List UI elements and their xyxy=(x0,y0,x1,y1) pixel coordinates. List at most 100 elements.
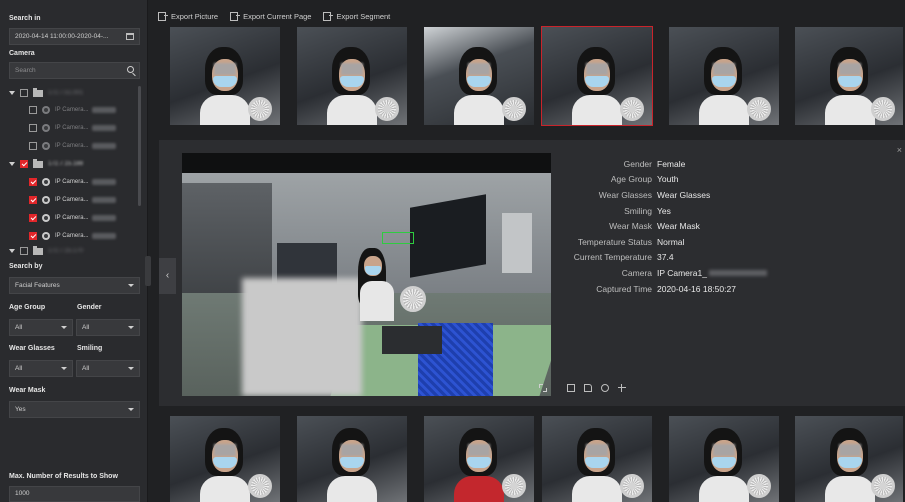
export-picture-button[interactable]: Export Picture xyxy=(158,11,219,21)
attribute-key: Current Temperature xyxy=(573,252,652,263)
result-thumbnail[interactable] xyxy=(795,416,903,502)
checkbox[interactable] xyxy=(29,142,37,150)
tree-group-2[interactable]: 172.7.15.188 xyxy=(9,155,83,173)
group-label: 172.7.15.170 xyxy=(48,248,84,254)
fan-image xyxy=(502,97,526,121)
gender-select[interactable]: All xyxy=(76,319,140,336)
chevron-down-icon[interactable] xyxy=(9,249,15,253)
checkbox[interactable] xyxy=(29,124,37,132)
search-by-select[interactable]: Facial Features xyxy=(9,277,140,294)
camera-label: Camera xyxy=(9,50,35,57)
result-thumbnail[interactable] xyxy=(297,416,407,502)
tree-group-3[interactable]: 172.7.15.170 xyxy=(9,242,83,256)
plus-icon[interactable] xyxy=(618,384,626,392)
attribute-key: Camera xyxy=(621,267,652,278)
group-label: 172.7.51.001 xyxy=(48,90,84,96)
result-thumbnail[interactable] xyxy=(170,27,280,125)
camera-icon xyxy=(42,214,50,222)
gender-label: Gender xyxy=(77,304,102,311)
result-thumbnail[interactable] xyxy=(170,416,280,502)
checkbox-checked[interactable] xyxy=(29,178,37,186)
tree-camera-item[interactable]: IP Camera... xyxy=(29,119,116,137)
camera-search-input[interactable]: Search xyxy=(9,62,140,79)
result-thumbnail[interactable] xyxy=(424,27,534,125)
export-icon xyxy=(230,11,241,21)
export-icon xyxy=(323,11,334,21)
attribute-key: Age Group xyxy=(610,174,652,185)
folder-icon xyxy=(33,245,43,255)
tree-camera-item[interactable]: IP Camera... xyxy=(29,137,116,155)
attribute-key: Gender xyxy=(623,158,652,169)
checkbox[interactable] xyxy=(20,247,28,255)
age-group-select[interactable]: All xyxy=(9,319,73,336)
search-icon[interactable] xyxy=(127,66,134,73)
result-thumbnail[interactable] xyxy=(669,416,779,502)
wear-glasses-select[interactable]: All xyxy=(9,360,73,377)
camera-icon xyxy=(42,106,50,114)
result-thumbnail[interactable] xyxy=(669,27,779,125)
result-thumbnail[interactable] xyxy=(424,416,534,502)
panel-collapse-handle[interactable] xyxy=(145,256,151,286)
attribute-row: Wear Glasses Wear Glasses xyxy=(562,187,902,203)
tree-camera-item[interactable]: IP Camera... xyxy=(29,173,116,191)
camera-icon xyxy=(42,232,50,240)
attribute-row: Captured Time 2020-04-16 18:50:27 xyxy=(562,281,902,297)
time-range-field[interactable]: 2020-04-14 11:00:00-2020-04-... xyxy=(9,28,140,45)
max-results-label: Max. Number of Results to Show xyxy=(9,473,118,480)
result-thumbnail[interactable] xyxy=(795,27,903,125)
chevron-down-icon[interactable] xyxy=(9,91,15,95)
attribute-value: Wear Glasses xyxy=(657,189,711,200)
tree-group-1[interactable]: 172.7.51.001 xyxy=(9,84,83,102)
tree-camera-item[interactable]: IP Camera... xyxy=(29,209,116,227)
chevron-down-icon[interactable] xyxy=(9,162,15,166)
attribute-value: Yes xyxy=(657,205,671,216)
camera-item-label: IP Camera... xyxy=(55,143,89,149)
tree-camera-item[interactable]: IP Camera... xyxy=(29,101,116,119)
attribute-key: Smiling xyxy=(624,205,652,216)
fan-image xyxy=(502,474,526,498)
group-label: 172.7.15.188 xyxy=(48,161,84,167)
camera-icon xyxy=(42,142,50,150)
tree-camera-item[interactable]: IP Camera... xyxy=(29,191,116,209)
calendar-icon[interactable] xyxy=(126,33,134,40)
chevron-down-icon xyxy=(61,367,67,370)
camera-icon xyxy=(42,196,50,204)
camera-icon xyxy=(42,178,50,186)
fan-image xyxy=(620,474,644,498)
max-results-input[interactable]: 1000 xyxy=(9,486,140,502)
camera-item-label: IP Camera... xyxy=(55,215,89,221)
checkbox-checked[interactable] xyxy=(20,160,28,168)
attribute-value: Youth xyxy=(657,174,679,185)
smiling-label: Smiling xyxy=(77,345,103,352)
detail-panel: × ‹ Gender Female Age Group Youth Wear G… xyxy=(159,140,905,406)
search-icon[interactable] xyxy=(601,384,609,392)
export-segment-button[interactable]: Export Segment xyxy=(323,11,390,21)
camera-item-label: IP Camera... xyxy=(55,107,89,113)
attribute-row: Temperature Status Normal xyxy=(562,234,902,250)
fan-image xyxy=(747,97,771,121)
document-icon[interactable] xyxy=(584,384,592,392)
previous-arrow-button[interactable]: ‹ xyxy=(159,258,176,294)
checkbox-checked[interactable] xyxy=(29,232,37,240)
attribute-row: Wear Mask Wear Mask xyxy=(562,218,902,234)
fan-image xyxy=(620,97,644,121)
result-thumbnail-selected[interactable] xyxy=(541,26,653,126)
camera-icon xyxy=(42,124,50,132)
export-current-page-button[interactable]: Export Current Page xyxy=(230,11,311,21)
result-thumbnail[interactable] xyxy=(297,27,407,125)
fullscreen-icon[interactable] xyxy=(539,384,547,392)
tree-scrollbar[interactable] xyxy=(138,86,141,206)
attribute-value: 37.4 xyxy=(657,252,674,263)
picture-icon[interactable] xyxy=(567,384,575,392)
wear-mask-select[interactable]: Yes xyxy=(9,401,140,418)
close-icon[interactable]: × xyxy=(897,145,902,155)
age-group-value: All xyxy=(15,324,23,331)
camera-item-label: IP Camera... xyxy=(55,179,89,185)
result-thumbnail[interactable] xyxy=(542,416,652,502)
checkbox[interactable] xyxy=(20,89,28,97)
checkbox[interactable] xyxy=(29,106,37,114)
smiling-select[interactable]: All xyxy=(76,360,140,377)
checkbox-checked[interactable] xyxy=(29,214,37,222)
checkbox-checked[interactable] xyxy=(29,196,37,204)
export-picture-label: Export Picture xyxy=(171,11,219,21)
